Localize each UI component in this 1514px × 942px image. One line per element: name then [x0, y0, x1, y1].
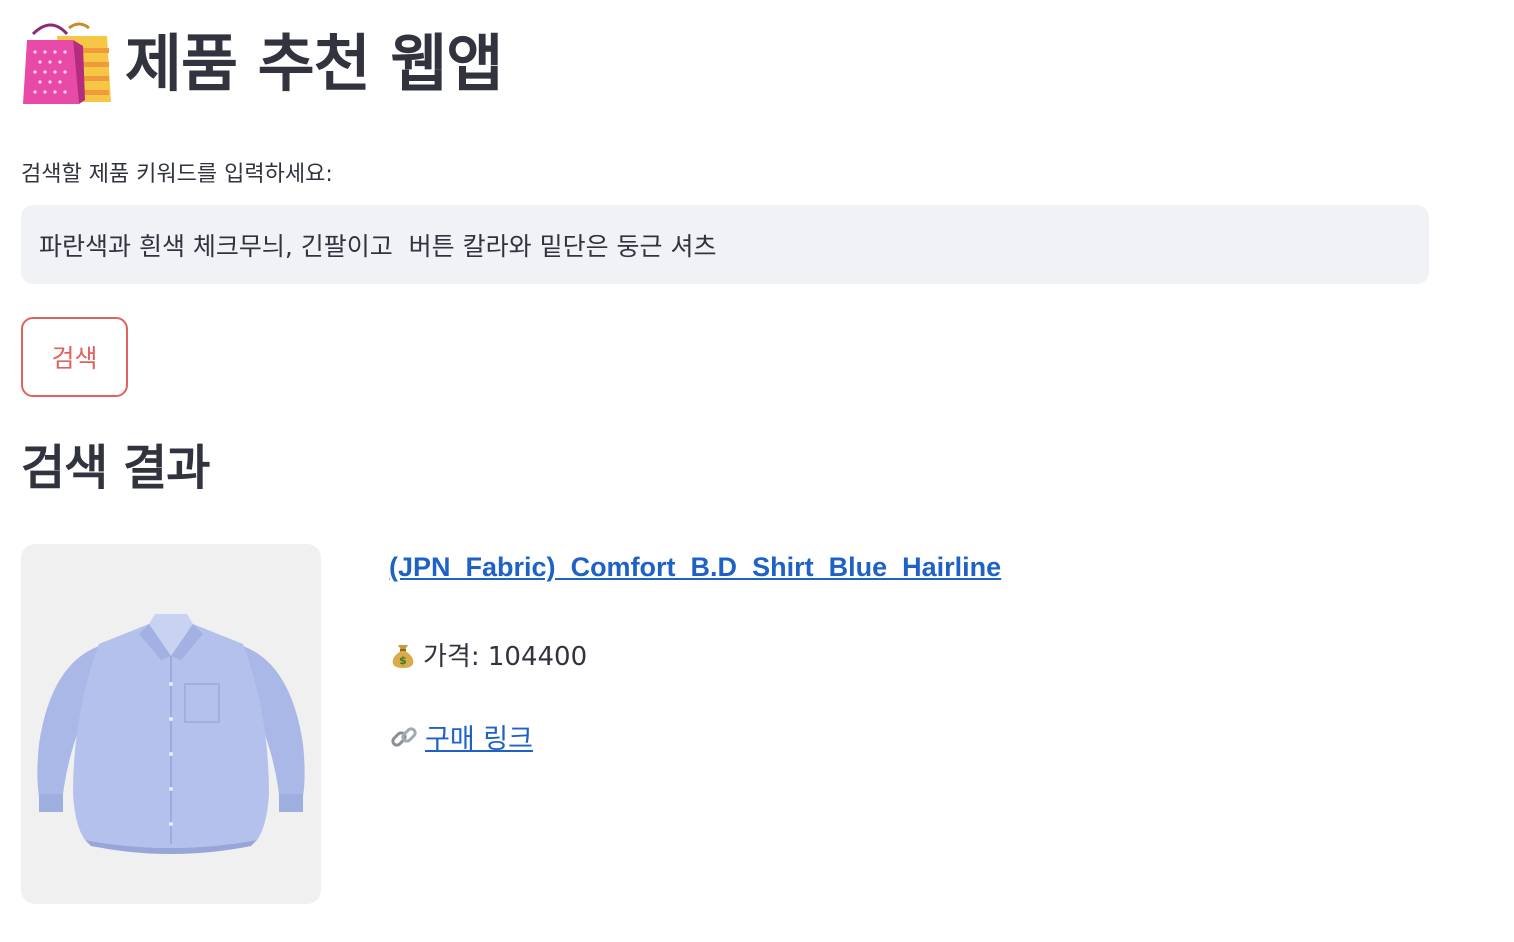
- product-image: [21, 544, 321, 904]
- shopping-bags-icon: [23, 22, 111, 104]
- page-title: 제품 추천 웹앱: [125, 27, 503, 100]
- results-heading: 검색 결과: [21, 440, 210, 496]
- search-input[interactable]: [21, 205, 1429, 284]
- search-input-label: 검색할 제품 키워드를 입력하세요:: [21, 162, 333, 187]
- price-row: $ 가격: 104400: [389, 636, 587, 673]
- money-bag-icon: $: [392, 644, 414, 668]
- price-text: 가격: 104400: [423, 642, 588, 672]
- link-icon: [391, 726, 417, 747]
- buy-link-label: 구매 링크: [425, 724, 533, 755]
- svg-text:$: $: [399, 654, 407, 667]
- title-row: 제품 추천 웹앱: [21, 14, 503, 114]
- buy-link[interactable]: 구매 링크: [389, 717, 533, 756]
- blue-shirt-image: [21, 544, 321, 904]
- search-button[interactable]: 검색: [21, 317, 128, 397]
- product-title-link[interactable]: (JPN_Fabric)_Comfort_B.D_Shirt_Blue_Hair…: [389, 552, 1001, 583]
- result-card: (JPN_Fabric)_Comfort_B.D_Shirt_Blue_Hair…: [21, 544, 1429, 906]
